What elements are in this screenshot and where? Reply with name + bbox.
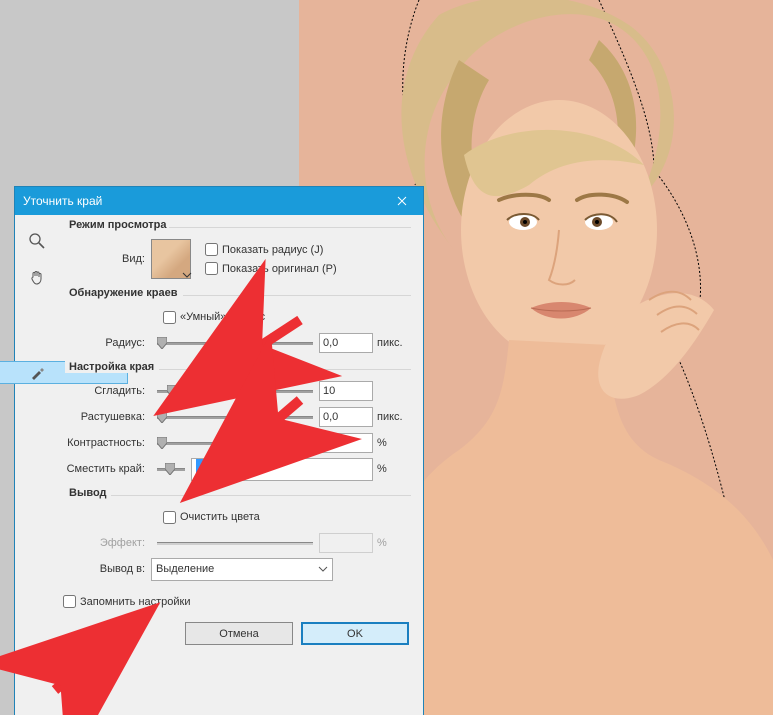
group-edge-adjust: Настройка края Сгладить: 10 Растушевка: … <box>59 363 411 483</box>
smooth-slider[interactable] <box>157 382 313 400</box>
show-original-checkbox[interactable]: Показать оригинал (P) <box>205 262 337 275</box>
output-to-label: Вывод в: <box>59 563 151 575</box>
view-label: Вид: <box>59 253 151 265</box>
smooth-label: Сгладить: <box>59 385 151 397</box>
output-to-select[interactable]: Выделение <box>151 558 333 581</box>
brush-icon <box>29 365 45 381</box>
zoom-icon <box>29 233 45 249</box>
hand-tool-button[interactable] <box>23 263 51 291</box>
contrast-input[interactable]: 0 <box>319 433 373 453</box>
group-title-edge-adjust: Настройка края <box>65 361 158 373</box>
contrast-unit: % <box>373 437 411 449</box>
group-title-output: Вывод <box>65 487 111 499</box>
effect-label: Эффект: <box>59 537 151 549</box>
shift-input[interactable]: -10 <box>191 458 373 481</box>
radius-unit: пикс. <box>373 337 411 349</box>
effect-input <box>319 533 373 553</box>
contrast-label: Контрастность: <box>59 437 151 449</box>
feather-slider[interactable] <box>157 408 313 426</box>
dialog-title: Уточнить край <box>23 194 389 208</box>
group-view-mode: Режим просмотра Вид: Показать радиус (J)… <box>59 221 411 283</box>
dialog-titlebar[interactable]: Уточнить край <box>15 187 423 215</box>
group-output: Вывод Очистить цвета Эффект: % Вывод в: … <box>59 489 411 583</box>
show-radius-checkbox[interactable]: Показать радиус (J) <box>205 243 337 256</box>
refine-edge-dialog: Уточнить край Режим просмотра Вид: <box>15 187 423 715</box>
contrast-slider[interactable] <box>157 434 313 452</box>
group-title: Режим просмотра <box>65 219 171 231</box>
close-icon <box>397 196 407 206</box>
group-edge-detection: Обнаружение краев «Умный» радиус Радиус:… <box>59 289 411 357</box>
radius-slider[interactable] <box>157 334 313 352</box>
chevron-down-icon <box>318 564 328 574</box>
shift-unit: % <box>373 463 411 475</box>
radius-input[interactable]: 0,0 <box>319 333 373 353</box>
effect-unit: % <box>373 537 411 549</box>
shift-label: Сместить край: <box>59 463 151 475</box>
feather-label: Растушевка: <box>59 411 151 423</box>
view-thumbnail[interactable] <box>151 239 191 279</box>
close-button[interactable] <box>389 191 415 211</box>
dialog-toolbar <box>15 215 59 715</box>
smart-radius-checkbox[interactable]: «Умный» радиус <box>163 311 265 324</box>
feather-unit: пикс. <box>373 411 411 423</box>
remember-settings-checkbox[interactable]: Запомнить настройки <box>63 595 411 608</box>
smooth-input[interactable]: 10 <box>319 381 373 401</box>
shift-slider[interactable] <box>157 460 185 478</box>
cancel-button[interactable]: Отмена <box>185 622 293 645</box>
group-title-edge-detect: Обнаружение краев <box>65 287 182 299</box>
hand-icon <box>29 269 45 285</box>
radius-label: Радиус: <box>59 337 151 349</box>
effect-slider <box>157 534 313 552</box>
ok-button[interactable]: OK <box>301 622 409 645</box>
decontaminate-checkbox[interactable]: Очистить цвета <box>163 511 260 524</box>
feather-input[interactable]: 0,0 <box>319 407 373 427</box>
zoom-tool-button[interactable] <box>23 227 51 255</box>
chevron-down-icon <box>182 270 192 280</box>
